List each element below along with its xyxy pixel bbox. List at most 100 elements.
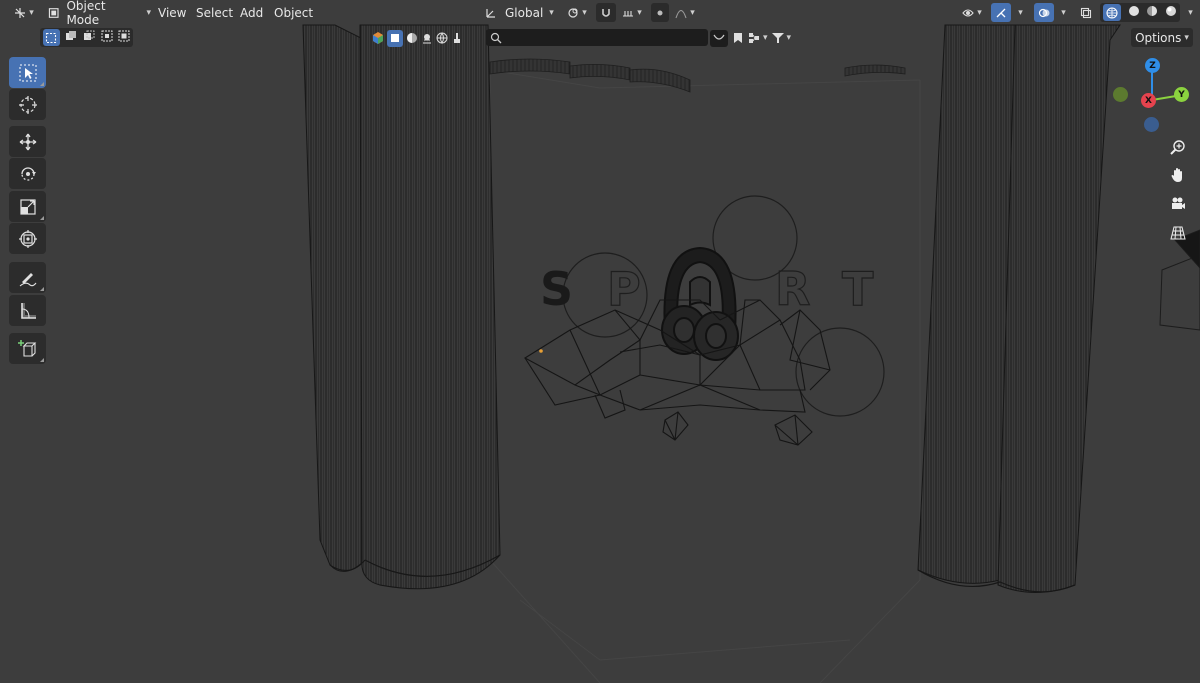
chevron-down-icon: ▾ (637, 7, 642, 18)
chevron-down-icon: ▾ (29, 7, 34, 18)
xray-toggle[interactable] (1076, 3, 1096, 22)
navigation-gizmo[interactable]: Z Y X (1110, 52, 1195, 137)
chevron-down-icon: ▾ (977, 7, 982, 18)
perspective-toggle-button[interactable] (1166, 221, 1190, 245)
pivot-point-button[interactable]: ▾ (563, 3, 591, 22)
brush-filter-icon[interactable] (451, 32, 463, 44)
proportional-editing-toggle[interactable] (651, 3, 669, 22)
menu-add[interactable]: Add (234, 3, 269, 22)
falloff-button[interactable]: ▾ (671, 3, 699, 22)
filter-icon-group (372, 29, 484, 47)
transform-orientation-dropdown[interactable]: Global ▾ (481, 3, 561, 22)
filter-button[interactable]: ▾ (771, 32, 792, 44)
gizmo-axis-neg-z[interactable] (1144, 117, 1159, 132)
solid-shading-button[interactable] (1128, 5, 1140, 20)
snap-increment-icon (623, 10, 634, 17)
world-filter-icon[interactable] (436, 32, 448, 44)
gizmo-axis-z[interactable]: Z (1145, 58, 1160, 73)
select-invert-icon (101, 30, 113, 42)
tool-variants-corner (40, 82, 44, 86)
rotate-icon (20, 166, 36, 181)
display-mode-button[interactable]: ▾ (748, 32, 768, 44)
mesh-filter-button[interactable] (387, 29, 403, 47)
rendered-shading-button[interactable] (1165, 5, 1177, 20)
right-column (917, 24, 1121, 593)
proportional-editing-icon (657, 10, 663, 15)
material-shading-icon (1147, 6, 1158, 16)
letter-r: R (775, 262, 810, 316)
menu-object[interactable]: Object (268, 3, 319, 22)
tool-select-box[interactable] (9, 57, 46, 88)
snap-toggle[interactable] (596, 3, 616, 22)
3d-viewport[interactable]: S P R T ▾ Object Mode ▾ View Select Add … (0, 0, 1200, 683)
scene-canvas[interactable]: S P R T (0, 0, 1200, 683)
gizmo-axis-x[interactable]: X (1141, 93, 1156, 108)
material-filter-icon[interactable] (406, 32, 418, 44)
selection-origin-dot (539, 349, 543, 353)
tool-measure[interactable] (9, 295, 46, 326)
options-button[interactable]: Options ▾ (1131, 28, 1193, 47)
tool-transform[interactable] (9, 223, 46, 254)
pan-button[interactable] (1166, 163, 1190, 187)
zoom-button[interactable] (1166, 135, 1190, 159)
chevron-down-icon: ▾ (582, 7, 587, 18)
select-invert-button[interactable] (101, 30, 113, 45)
falloff-curve-icon (675, 9, 687, 18)
select-intersect-button[interactable] (118, 30, 130, 45)
snap-increment-button[interactable]: ▾ (618, 3, 646, 22)
tool-variants-corner (40, 216, 44, 220)
chevron-down-icon: ▾ (1061, 7, 1066, 18)
material-shading-button[interactable] (1146, 5, 1158, 20)
perspective-grid-icon (1170, 226, 1186, 240)
mode-dropdown[interactable]: Object Mode ▾ (45, 0, 151, 27)
overlay-dropdown[interactable]: ▾ (1055, 3, 1069, 22)
bookmark-icon[interactable] (732, 32, 744, 44)
letter-p: P (607, 262, 641, 316)
ceiling-pieces (489, 58, 906, 93)
tool-annotate[interactable] (9, 262, 46, 293)
measure-ruler-icon (20, 302, 36, 319)
gizmo-axis-y-label: Y (1178, 89, 1185, 100)
wireframe-shading-button[interactable] (1103, 4, 1122, 21)
orientation-label: Global (505, 5, 544, 20)
curve-down-icon (713, 34, 725, 40)
select-intersect-icon (118, 30, 130, 42)
zoom-magnifier-icon (1170, 140, 1185, 155)
3d-viewport-icon (15, 7, 26, 18)
tool-add-cube[interactable] (9, 333, 46, 364)
wireframe-shading-icon (1106, 6, 1118, 19)
tool-move[interactable] (9, 126, 46, 157)
tool-variants-corner (40, 358, 44, 362)
visibility-button[interactable]: ▾ (957, 3, 987, 22)
room-box-wireframe (489, 69, 921, 683)
camera-view-button[interactable] (1166, 192, 1190, 216)
object-type-icon[interactable] (372, 32, 384, 44)
snap-magnet-icon (602, 8, 610, 17)
tool-cursor[interactable] (9, 89, 46, 120)
gizmo-dropdown[interactable]: ▾ (1012, 3, 1026, 22)
menu-select[interactable]: Select (190, 3, 239, 22)
select-extend-button[interactable] (65, 30, 77, 45)
annotate-pen-icon (19, 272, 36, 286)
search-options-button[interactable] (710, 29, 728, 47)
menu-view[interactable]: View (152, 3, 192, 22)
shading-dropdown[interactable]: ▾ (1182, 3, 1196, 22)
gizmo-axis-y[interactable]: Y (1174, 87, 1189, 102)
chevron-down-icon: ▾ (1188, 7, 1193, 18)
light-filter-icon[interactable] (421, 32, 433, 44)
tool-rotate[interactable] (9, 158, 46, 189)
select-subtract-button[interactable] (83, 30, 95, 45)
object-mode-icon (48, 7, 59, 18)
chevron-down-icon: ▾ (786, 33, 792, 43)
tool-scale[interactable] (9, 191, 46, 222)
solid-shading-icon (1128, 6, 1139, 16)
select-new-button[interactable] (42, 29, 60, 46)
chevron-down-icon: ▾ (1018, 7, 1023, 18)
gizmo-axis-neg-y[interactable] (1113, 87, 1128, 102)
gizmo-toggle[interactable] (991, 3, 1011, 22)
camera-view-icon (1172, 197, 1185, 209)
editor-type-button[interactable]: ▾ (8, 3, 40, 22)
select-subtract-icon (83, 30, 95, 40)
search-input[interactable] (486, 29, 708, 46)
overlay-toggle[interactable] (1034, 3, 1054, 22)
